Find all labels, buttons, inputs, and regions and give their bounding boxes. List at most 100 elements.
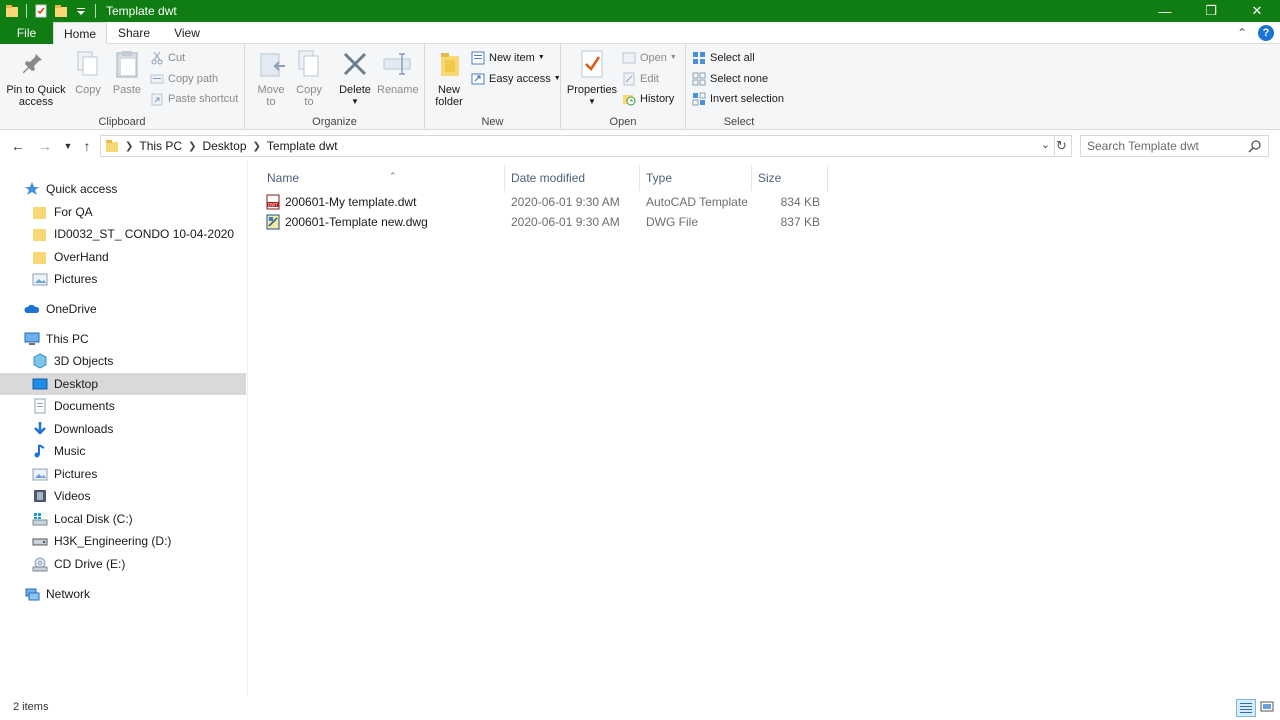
breadcrumb-chevron-right-icon[interactable]: ❯ (253, 141, 261, 152)
breadcrumb-template-dwt[interactable]: Template dwt (267, 139, 338, 153)
nav-item-desktop[interactable]: Desktop (0, 373, 246, 395)
nav-item-id0032[interactable]: ID0032_ST_ CONDO 10-04-2020 (0, 223, 246, 245)
delete-dropdown-arrow[interactable]: ▼ (337, 96, 373, 108)
column-header-name[interactable]: ⌃ Name (261, 165, 505, 191)
nav-item-for-qa[interactable]: For QA (0, 201, 246, 223)
column-type-label: Type (646, 171, 673, 185)
folder-icon (33, 207, 46, 219)
file-name-cell[interactable]: 200601-Template new.dwg (265, 212, 428, 232)
copy-to-button[interactable]: Copy to (291, 48, 327, 108)
folder-icon (5, 4, 19, 18)
column-size-label: Size (758, 171, 782, 185)
paste-shortcut-button[interactable]: Paste shortcut (150, 90, 238, 108)
history-button[interactable]: History (622, 90, 674, 108)
rename-icon (383, 53, 411, 75)
maximize-button[interactable]: ❐ (1188, 0, 1234, 22)
rename-button[interactable]: Rename (377, 48, 419, 96)
copy-to-label-line1: Copy (296, 84, 322, 96)
window-controls: — ❐ ✕ (1142, 0, 1280, 22)
nav-item-music[interactable]: Music (0, 440, 246, 462)
properties-button[interactable]: Properties ▼ (565, 48, 619, 108)
title-bar: Template dwt — ❐ ✕ (0, 0, 1280, 22)
new-item-button[interactable]: New item ▼ (471, 49, 545, 67)
file-name-cell[interactable]: DWT 200601-My template.dwt (265, 192, 416, 212)
table-row[interactable]: 200601-Template new.dwg 2020-06-01 9:30 … (261, 212, 831, 232)
breadcrumb-chevron-right-icon[interactable]: ❯ (188, 141, 196, 152)
column-header-date[interactable]: Date modified (505, 165, 640, 191)
address-dropdown-chevron-down-icon[interactable]: ⌄ (1041, 138, 1050, 151)
new-folder-label-line2: folder (435, 96, 463, 108)
back-arrow-icon[interactable]: ← (8, 136, 28, 156)
details-view-button[interactable] (1236, 699, 1256, 717)
address-bar[interactable]: ❯ This PC ❯ Desktop ❯ Template dwt ⌄ (100, 135, 1055, 157)
up-arrow-icon[interactable]: ↑ (77, 136, 97, 156)
breadcrumb-this-pc[interactable]: This PC (139, 139, 182, 153)
table-row[interactable]: DWT 200601-My template.dwt 2020-06-01 9:… (261, 192, 831, 212)
copy-path-button[interactable]: Copy path (150, 70, 218, 88)
new-folder-label-line1: New (437, 84, 460, 96)
select-all-button[interactable]: Select all (692, 49, 755, 67)
file-type: AutoCAD Template (646, 195, 748, 209)
recent-locations-chevron-down-icon[interactable]: ▼ (58, 136, 78, 156)
invert-selection-button[interactable]: Invert selection (692, 90, 784, 108)
select-group: Select all Select none Invert selection … (686, 44, 792, 130)
delete-button[interactable]: Delete ▼ (337, 48, 373, 108)
new-folder-icon[interactable] (54, 4, 68, 18)
nav-item-local-disk-c[interactable]: Local Disk (C:) (0, 508, 246, 530)
nav-item-h3k-engineering-d[interactable]: H3K_Engineering (D:) (0, 530, 246, 552)
nav-item-label: Local Disk (C:) (54, 512, 133, 526)
tab-view[interactable]: View (161, 22, 213, 44)
file-name: 200601-Template new.dwg (285, 215, 428, 229)
copy-to-label-line2: to (304, 96, 314, 108)
nav-item-downloads[interactable]: Downloads (0, 418, 246, 440)
copy-button[interactable]: Copy (70, 48, 106, 96)
nav-quick-access[interactable]: Quick access (0, 178, 246, 200)
column-header-type[interactable]: Type (640, 165, 752, 191)
customize-toolbar-chevron-down-icon[interactable] (74, 4, 88, 18)
help-icon[interactable]: ? (1258, 25, 1274, 41)
properties-dropdown-arrow[interactable]: ▼ (565, 96, 619, 108)
refresh-icon[interactable]: ↻ (1052, 135, 1072, 157)
nav-item-videos[interactable]: Videos (0, 485, 246, 507)
nav-item-pictures[interactable]: Pictures (0, 463, 246, 485)
nav-item-overhand[interactable]: OverHand (0, 246, 246, 268)
nav-item-cd-drive-e[interactable]: CD Drive (E:) (0, 553, 246, 575)
pin-to-quick-access-button[interactable]: Pin to Quick access (4, 48, 68, 108)
nav-this-pc[interactable]: This PC (0, 328, 246, 350)
move-to-icon (260, 53, 285, 77)
new-folder-button[interactable]: New folder (429, 48, 469, 108)
tab-file[interactable]: File (0, 22, 53, 44)
column-header-size[interactable]: Size (752, 165, 828, 191)
properties-icon[interactable] (34, 4, 48, 18)
tab-share[interactable]: Share (107, 22, 161, 44)
paste-button[interactable]: Paste (110, 48, 144, 96)
select-all-label: Select all (710, 52, 755, 64)
move-to-button[interactable]: Move to (253, 48, 289, 108)
forward-arrow-icon[interactable]: → (35, 136, 55, 156)
breadcrumb-desktop[interactable]: Desktop (202, 139, 246, 153)
edit-button[interactable]: Edit (622, 70, 659, 88)
minimize-button[interactable]: — (1142, 0, 1188, 22)
collapse-ribbon-chevron-up-icon[interactable]: ⌃ (1232, 26, 1252, 40)
large-icons-view-button[interactable] (1258, 699, 1278, 717)
nav-item-documents[interactable]: Documents (0, 395, 246, 417)
open-button[interactable]: Open ▼ (622, 49, 677, 67)
copy-label: Copy (75, 84, 101, 96)
computer-icon (24, 332, 40, 345)
desktop-icon (32, 378, 48, 390)
music-note-icon (34, 444, 45, 458)
easy-access-button[interactable]: Easy access ▼ (471, 70, 561, 88)
nav-item-3d-objects[interactable]: 3D Objects (0, 350, 246, 372)
nav-onedrive[interactable]: OneDrive (0, 298, 246, 320)
dwg-file-icon (266, 214, 280, 230)
search-input[interactable]: Search Template dwt (1080, 135, 1269, 157)
close-button[interactable]: ✕ (1234, 0, 1280, 22)
tab-home[interactable]: Home (53, 22, 107, 44)
easy-access-icon (471, 73, 485, 85)
cube-icon (33, 353, 47, 369)
select-none-button[interactable]: Select none (692, 70, 768, 88)
nav-item-pictures-quick[interactable]: Pictures (0, 268, 246, 290)
cloud-icon (24, 304, 40, 313)
nav-network[interactable]: Network (0, 583, 246, 605)
cut-button[interactable]: Cut (150, 49, 185, 67)
